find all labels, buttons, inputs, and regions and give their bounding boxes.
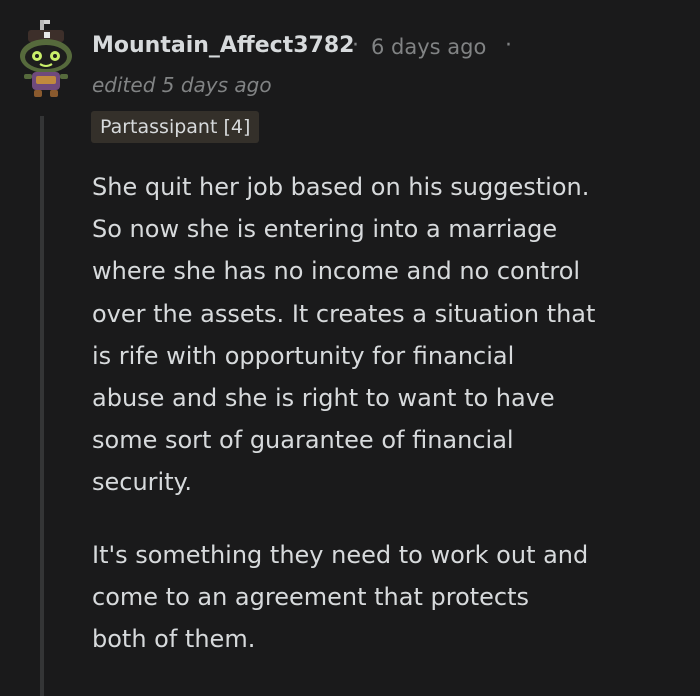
comment-line: She quit her job based on his suggestion… (92, 173, 590, 201)
edited-label: edited 5 days ago (92, 73, 272, 97)
comment-line: both of them. (92, 625, 256, 654)
comment-line: over the assets. It creates a situation … (92, 299, 596, 328)
comment-line: It's something they need to work out and (92, 540, 589, 569)
username-link[interactable]: Mountain_Affect3782 (92, 33, 354, 58)
user-flair: Partassipant [4] (91, 111, 260, 143)
thread-collapse-line[interactable] (40, 116, 44, 696)
comment-line: where she has no income and no control (92, 257, 581, 286)
comment-line: come to an agreement that protects (92, 582, 530, 611)
meta-separator: · (505, 33, 512, 58)
comment-line: is rife with opportunity for financial (92, 341, 515, 370)
comment-paragraph: She quit her job based on his suggestion… (92, 166, 692, 504)
meta-separator: · (352, 33, 359, 58)
comment-line: security. (92, 468, 193, 497)
robot-avatar-icon[interactable] (14, 18, 78, 100)
comment-line: abuse and she is right to want to have (92, 384, 555, 413)
comment-body: She quit her job based on his suggestion… (92, 166, 692, 660)
timestamp[interactable]: 6 days ago (371, 35, 486, 59)
comment-paragraph: It's something they need to work out and… (92, 534, 692, 661)
comment-line: So now she is entering into a marriage (92, 215, 558, 244)
comment-line: some sort of guarantee of financial (92, 426, 514, 455)
